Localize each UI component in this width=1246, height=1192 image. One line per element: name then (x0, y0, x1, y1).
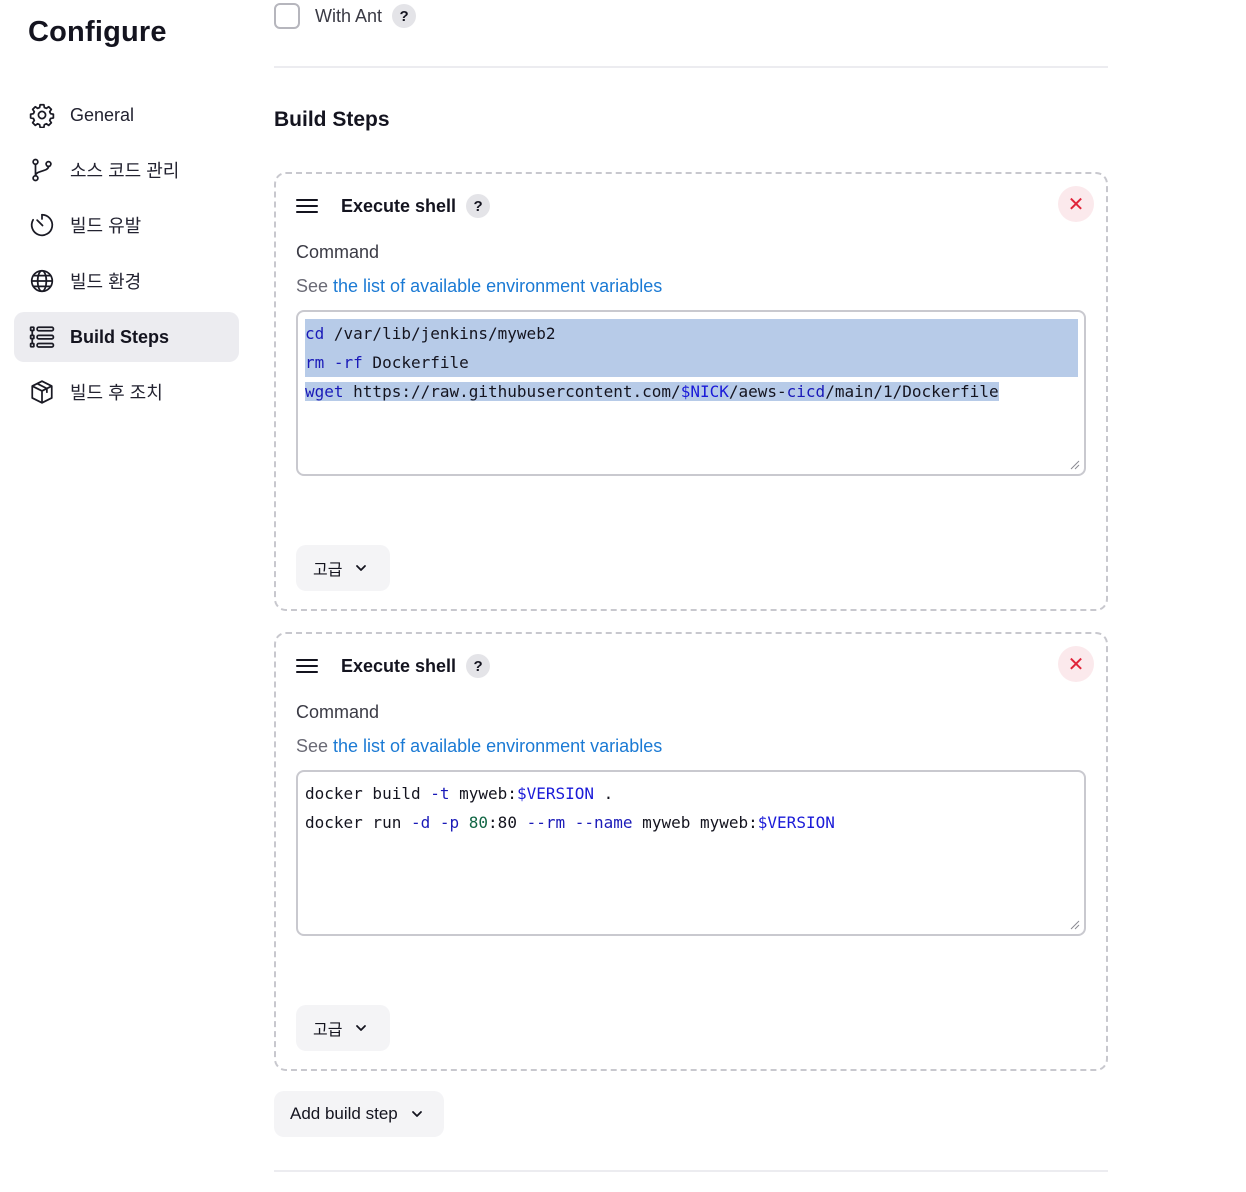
help-icon[interactable]: ? (466, 194, 491, 218)
divider (274, 1170, 1108, 1172)
help-icon[interactable]: ? (392, 4, 417, 28)
code-text: docker build (305, 784, 431, 803)
page-title: Configure (28, 16, 167, 48)
step-title: Execute shell (341, 195, 457, 216)
code-text: /var/lib/jenkins/myweb2 (324, 324, 556, 343)
code-flag: --name (574, 813, 633, 832)
add-build-step-button[interactable]: Add build step (274, 1091, 444, 1137)
command-textarea[interactable]: docker build -t myweb:$VERSION . docker … (296, 770, 1086, 936)
package-icon (28, 378, 56, 406)
help-icon[interactable]: ? (466, 654, 491, 678)
code-flag: -rf (324, 353, 363, 372)
code-keyword: rm (305, 353, 325, 372)
code-text: myweb: (449, 784, 517, 803)
sidebar-item-build-triggers[interactable]: 빌드 유발 (14, 200, 239, 250)
git-branch-icon (28, 156, 56, 184)
sidebar: Configure General 소스 코드 관리 빌드 유발 빌드 환경 B… (0, 0, 250, 1192)
drag-handle-icon[interactable] (296, 199, 318, 213)
chevron-down-icon (411, 1111, 422, 1117)
sidebar-item-post-build-actions[interactable]: 빌드 후 조치 (14, 367, 239, 417)
code-variable: $VERSION (516, 784, 594, 803)
sidebar-item-label: 소스 코드 관리 (70, 161, 180, 181)
code-number: 80 (468, 813, 489, 832)
env-vars-hint: See the list of available environment va… (296, 736, 662, 757)
delete-step-button[interactable]: ✕ (1058, 186, 1094, 222)
timer-icon (28, 211, 56, 239)
gear-icon (28, 101, 56, 129)
command-textarea[interactable]: cd /var/lib/jenkins/myweb2 rm -rf Docker… (296, 310, 1086, 476)
with-ant-label: With Ant (315, 5, 383, 26)
env-vars-link[interactable]: the list of available environment variab… (333, 276, 662, 296)
code-line: wget https://raw.githubusercontent.com/$… (305, 377, 1077, 406)
sidebar-item-scm[interactable]: 소스 코드 관리 (14, 145, 239, 195)
globe-icon (28, 267, 56, 295)
code-line: rm -rf Dockerfile (305, 348, 1078, 377)
sidebar-item-build-steps[interactable]: Build Steps (14, 312, 239, 362)
list-icon (28, 323, 56, 351)
sidebar-item-label: 빌드 후 조치 (70, 383, 163, 403)
chevron-down-icon (356, 1025, 367, 1031)
code-text: Dockerfile (362, 353, 469, 372)
code-line: cd /var/lib/jenkins/myweb2 (305, 319, 1078, 348)
code-text: myweb myweb: (632, 813, 758, 832)
code-variable: $VERSION (757, 813, 835, 832)
code-keyword: cicd (786, 382, 826, 401)
code-keyword: wget (305, 382, 344, 401)
see-prefix: See (296, 736, 334, 756)
step-header: Execute shell ? (296, 192, 491, 220)
advanced-label: 고급 (313, 562, 343, 579)
step-title: Execute shell (341, 655, 457, 676)
code-selection: wget https://raw.githubusercontent.com/$… (305, 382, 999, 401)
code-flag: --rm (526, 813, 566, 832)
advanced-button[interactable]: 고급 (296, 1005, 390, 1051)
resize-handle-icon[interactable] (1070, 460, 1080, 470)
add-build-step-label: Add build step (290, 1104, 398, 1123)
section-title: Build Steps (274, 108, 390, 131)
command-label: Command (296, 702, 380, 722)
advanced-button[interactable]: 고급 (296, 545, 390, 591)
code-variable: $NICK (680, 382, 729, 401)
sidebar-item-label: Build Steps (70, 326, 170, 347)
code-flag: -t (430, 784, 450, 803)
code-line: docker build -t myweb:$VERSION . (305, 779, 1077, 808)
code-flag: -d (410, 813, 431, 832)
code-line: docker run -d -p 80:80 --rm --name myweb… (305, 808, 1077, 837)
see-prefix: See (296, 276, 334, 296)
build-step-card: Execute shell ? ✕ Command See the list o… (274, 632, 1108, 1071)
drag-handle-icon[interactable] (296, 659, 318, 673)
code-text: /aews- (728, 382, 787, 401)
step-header: Execute shell ? (296, 652, 491, 680)
command-label: Command (296, 242, 380, 262)
code-text: docker run (305, 813, 411, 832)
sidebar-item-label: 빌드 환경 (70, 272, 142, 292)
code-flag: -p (439, 813, 460, 832)
sidebar-item-label: 빌드 유발 (70, 216, 142, 236)
resize-handle-icon[interactable] (1070, 920, 1080, 930)
code-text: . (594, 784, 614, 803)
sidebar-item-general[interactable]: General (14, 90, 239, 140)
build-step-card: Execute shell ? ✕ Command See the list o… (274, 172, 1108, 611)
chevron-down-icon (356, 565, 367, 571)
divider (274, 66, 1108, 68)
code-text: /main/1/Dockerfile (825, 382, 999, 401)
env-vars-link[interactable]: the list of available environment variab… (333, 736, 662, 756)
code-text: :80 (488, 813, 527, 832)
sidebar-item-label: General (70, 104, 135, 125)
env-vars-hint: See the list of available environment va… (296, 276, 662, 297)
code-text: https://raw.githubusercontent.com/ (343, 382, 681, 401)
code-keyword: cd (305, 324, 325, 343)
with-ant-checkbox[interactable] (274, 3, 300, 29)
delete-step-button[interactable]: ✕ (1058, 646, 1094, 682)
advanced-label: 고급 (313, 1022, 343, 1039)
sidebar-item-build-environment[interactable]: 빌드 환경 (14, 256, 239, 306)
with-ant-row: With Ant ? (274, 3, 417, 29)
